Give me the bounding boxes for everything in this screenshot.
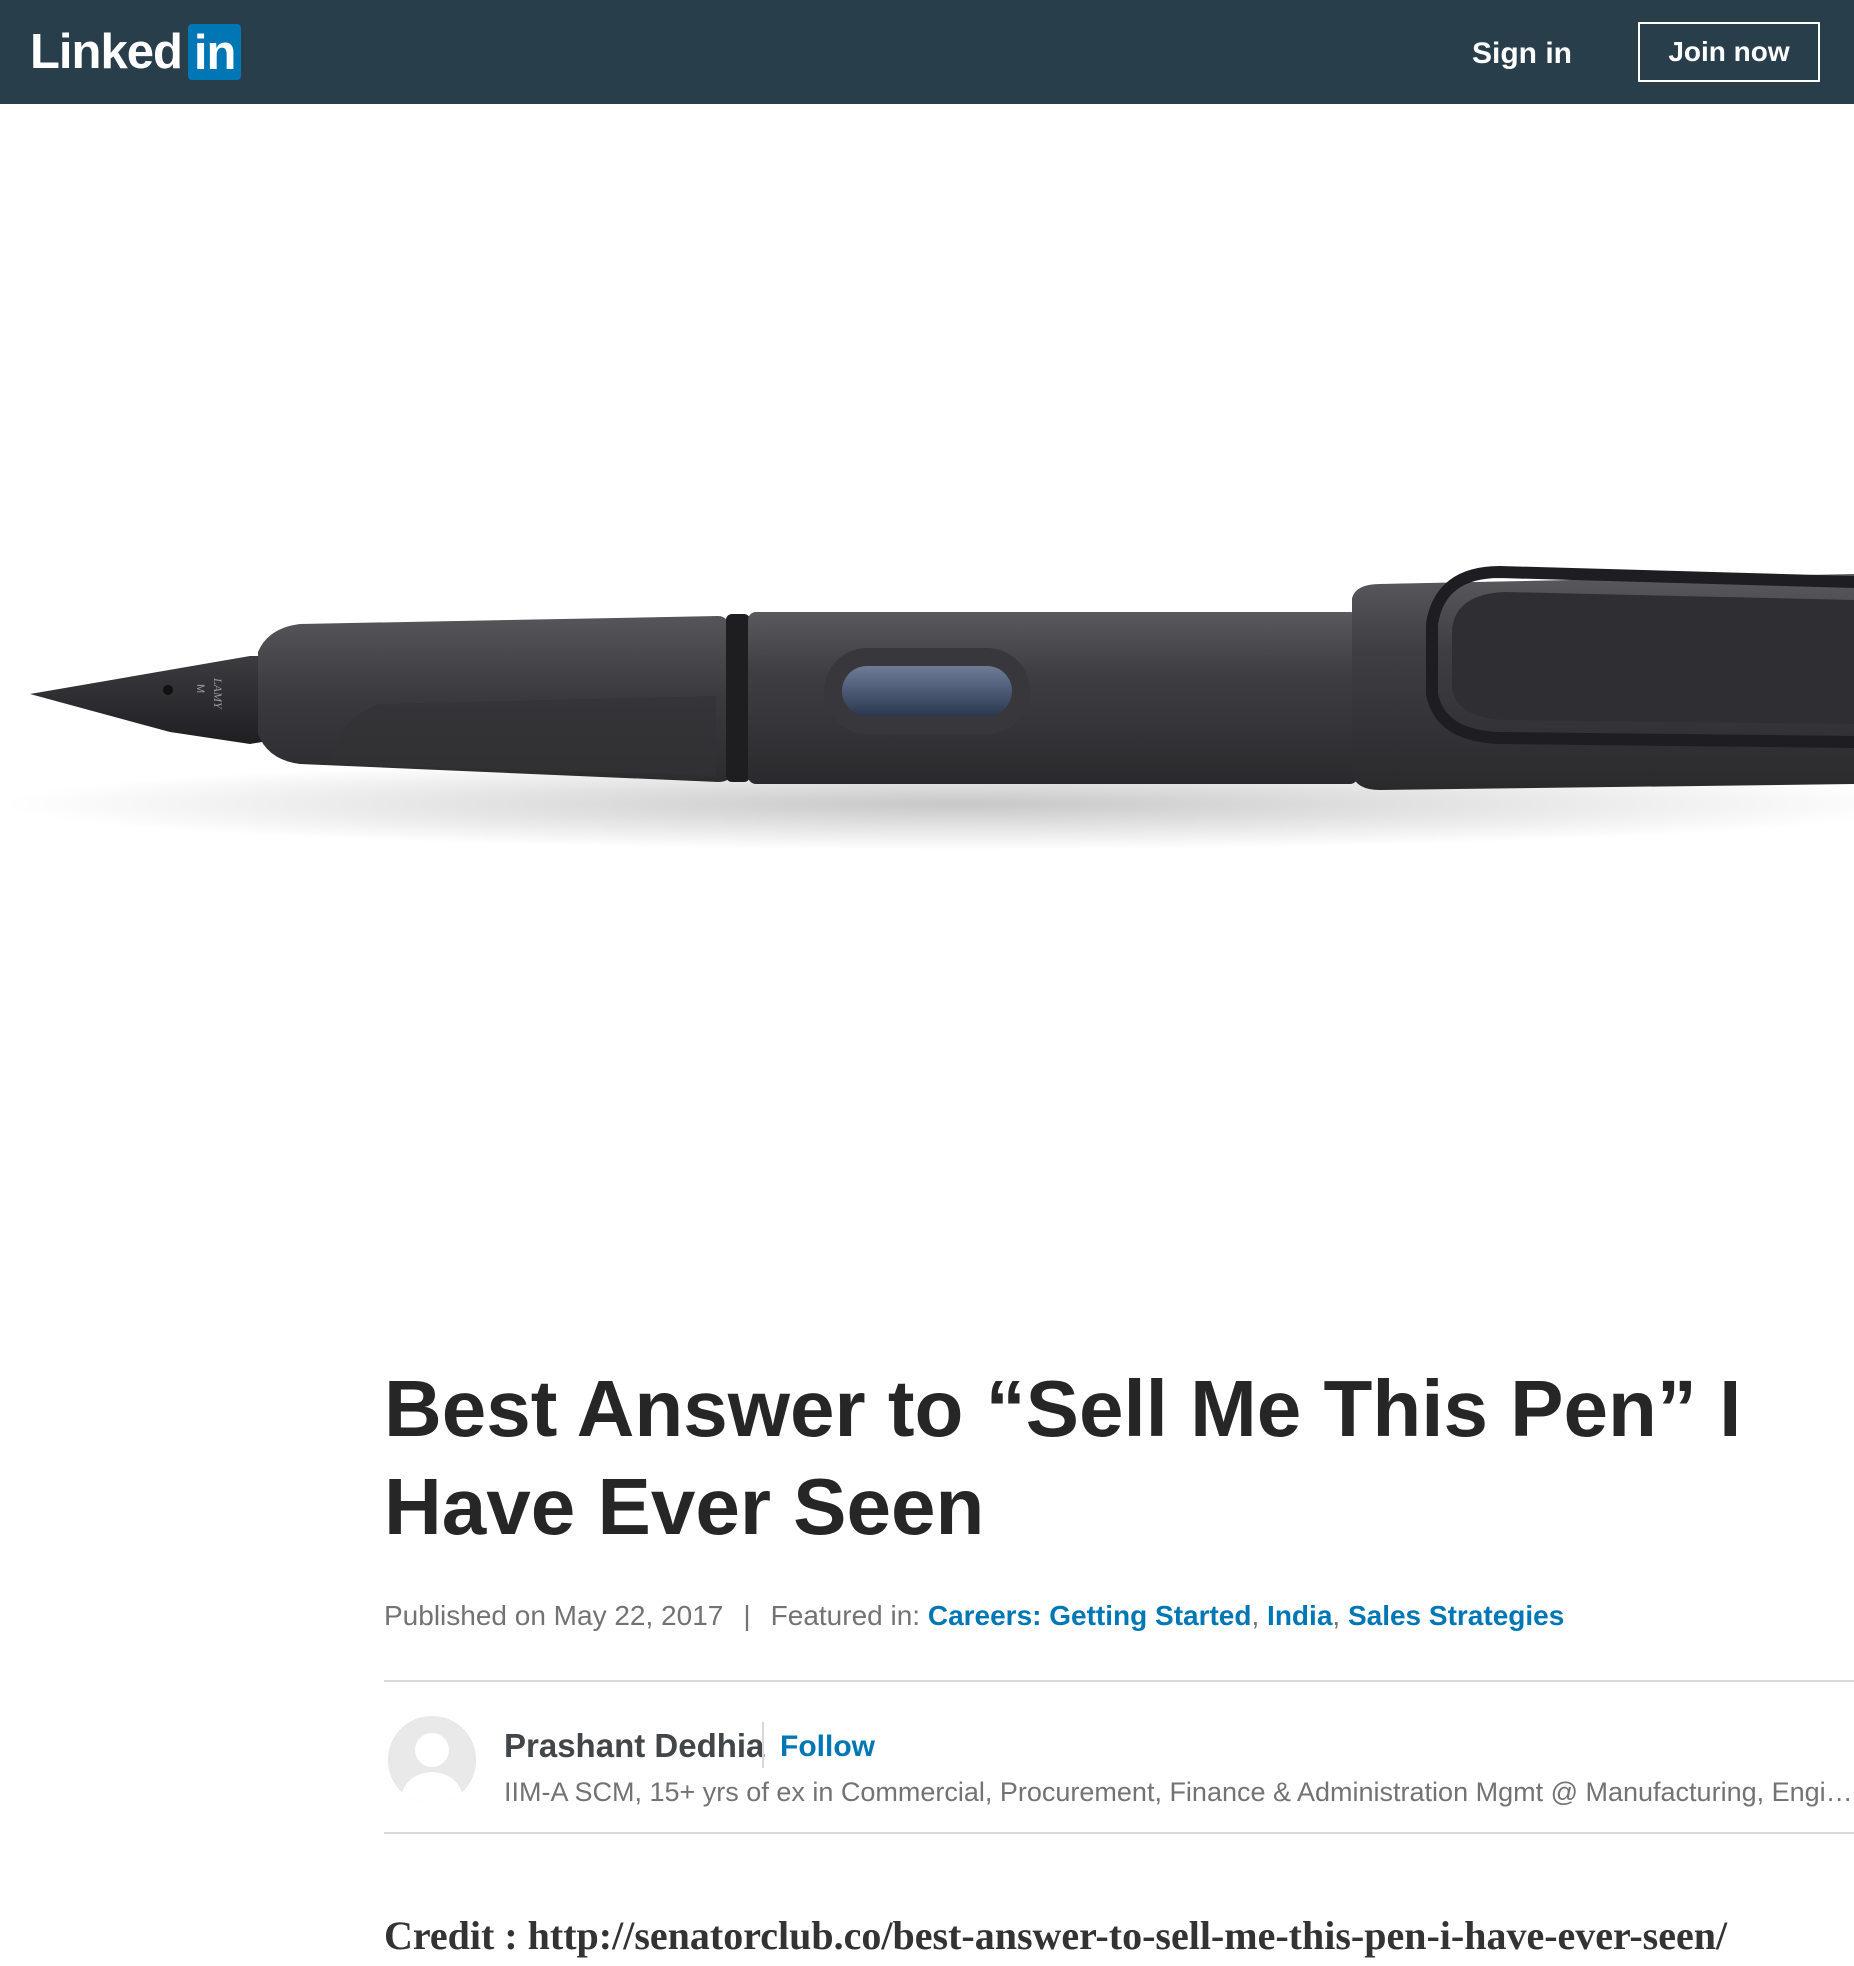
sign-in-link[interactable]: Sign in	[1472, 34, 1572, 74]
fountain-pen-illustration: M LAMY	[0, 565, 1854, 850]
featured-link-india[interactable]: India	[1267, 1600, 1332, 1631]
featured-comma: ,	[1251, 1600, 1260, 1631]
article-meta: Published on May 22, 2017 | Featured in: C…	[384, 1596, 1854, 1636]
default-avatar-icon	[388, 1716, 476, 1804]
follow-container: Follow	[762, 1722, 875, 1768]
author-card: Prashant Dedhia Follow IIM-A SCM, 15+ yr…	[384, 1682, 1854, 1832]
avatar[interactable]	[388, 1716, 476, 1804]
meta-separator: |	[743, 1600, 751, 1631]
author-name[interactable]: Prashant Dedhia	[504, 1726, 764, 1766]
featured-comma: ,	[1332, 1600, 1341, 1631]
linkedin-logo[interactable]: Linked in	[30, 24, 242, 80]
published-date: Published on May 22, 2017	[384, 1600, 724, 1631]
featured-link-careers[interactable]: Careers: Getting Started	[928, 1600, 1252, 1631]
nib-imprint: M	[194, 684, 206, 693]
nib-imprint: LAMY	[211, 677, 225, 710]
hero-image: M LAMY	[0, 104, 1854, 1264]
logo-word: Linked	[30, 25, 183, 79]
author-headline: IIM-A SCM, 15+ yrs of ex in Commercial, …	[504, 1777, 1854, 1807]
join-now-button[interactable]: Join now	[1638, 22, 1820, 82]
logo-in-box: in	[187, 24, 242, 80]
article-title: Best Answer to “Sell Me This Pen” I Have…	[384, 1364, 1742, 1551]
follow-button[interactable]: Follow	[780, 1730, 875, 1763]
divider	[384, 1832, 1854, 1834]
article-body-first-line: Credit : http://senatorclub.co/best-answ…	[384, 1913, 1728, 1958]
featured-label: Featured in:	[770, 1600, 921, 1631]
featured-link-sales-strategies[interactable]: Sales Strategies	[1348, 1600, 1564, 1631]
top-navbar: Linked in Sign in Join now	[0, 0, 1854, 104]
article: Best Answer to “Sell Me This Pen” I Have…	[384, 1360, 1854, 1966]
